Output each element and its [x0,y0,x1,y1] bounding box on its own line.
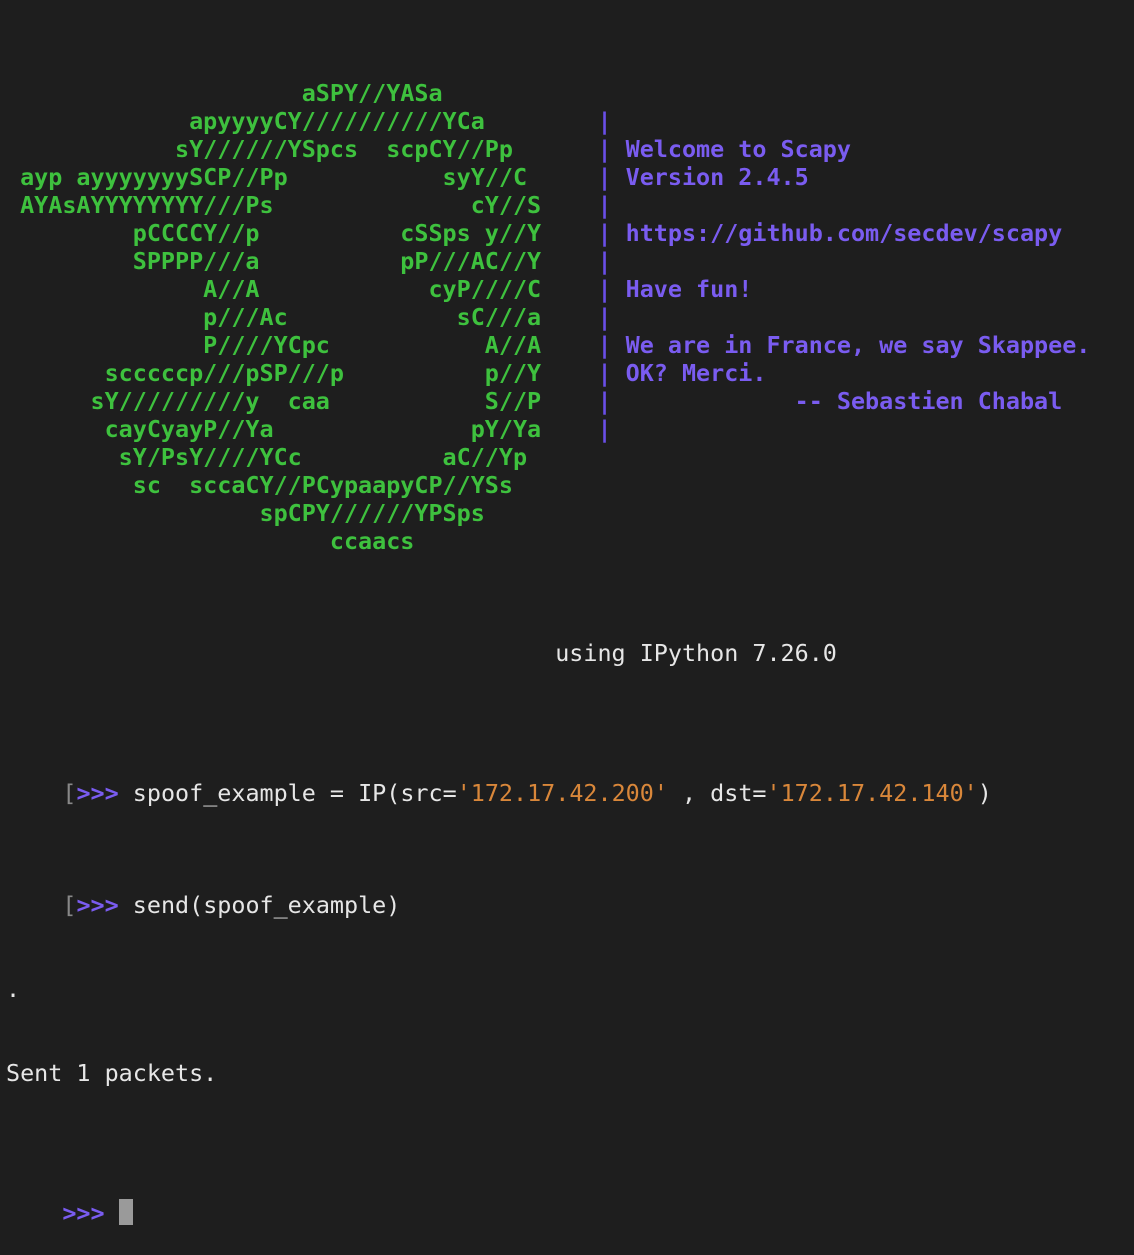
output-sent: Sent 1 packets. [6,1059,218,1087]
banner-separator: | [597,387,612,415]
src-ip-string: '172.17.42.200' [456,779,668,807]
ascii-art-text: scccccp///pSP///p p//Y [6,359,598,387]
banner-row: spCPY//////YPSps [6,499,1126,527]
banner-separator: | [597,191,612,219]
scrollback-bracket: [ [62,891,77,919]
ascii-art-text: SPPPP///a pP///AC//Y [6,247,598,275]
scapy-banner: aSPY//YASa apyyyyCY//////////YCa | sY///… [6,79,1126,555]
banner-row: ccaacs [6,527,1126,555]
command-text: spoof_example = IP(src= [132,779,457,807]
terminal-output[interactable]: aSPY//YASa apyyyyCY//////////YCa | sY///… [6,23,1126,1227]
ascii-art-text: sY//////YSpcs scpCY//Pp [6,135,598,163]
prompt-symbol: >>> [76,891,133,919]
text-cursor[interactable] [118,1199,133,1225]
ascii-art-text: p///Ac sC///a [6,303,598,331]
banner-info-text: OK? Merci. [611,359,767,387]
banner-row: sc sccaCY//PCypaapyCP//YSs [6,471,1126,499]
command-text: ) [977,779,992,807]
banner-separator: | [597,275,612,303]
ascii-art-text: pCCCCY//p cSSps y//Y [6,219,598,247]
dst-ip-string: '172.17.42.140' [766,779,978,807]
banner-separator: | [597,219,612,247]
command-text: send(spoof_example) [132,891,401,919]
prompt-symbol: >>> [62,1199,119,1227]
banner-row: cayCyayP//Ya pY/Ya | [6,415,1126,443]
banner-separator: | [597,303,612,331]
ascii-art-text: spCPY//////YPSps [6,499,598,527]
ascii-art-text: sc sccaCY//PCypaapyCP//YSs [6,471,598,499]
banner-row: sY/PsY////YCc aC//Yp [6,443,1126,471]
banner-row: sY/////////y caa S//P | -- Sebastien Cha… [6,387,1126,415]
ascii-art-text: apyyyyCY//////////YCa [6,107,598,135]
banner-row: pCCCCY//p cSSps y//Y | https://github.co… [6,219,1126,247]
command-line-2: [>>> send(spoof_example) [6,863,1126,919]
ascii-art-text: AYAsAYYYYYYYY///Ps cY//S [6,191,598,219]
command-line-1: [>>> spoof_example = IP(src='172.17.42.2… [6,751,1126,807]
banner-row: ayp ayyyyyyySCP//Pp syY//C | Version 2.4… [6,163,1126,191]
command-text: , dst= [667,779,767,807]
output-dot: . [6,975,21,1003]
ascii-art-text: P////YCpc A//A [6,331,598,359]
banner-info-text: Welcome to Scapy [611,135,851,163]
ascii-art-text: ayp ayyyyyyySCP//Pp syY//C [6,163,598,191]
banner-row: p///Ac sC///a | [6,303,1126,331]
ascii-art-text: ccaacs [6,527,598,555]
banner-separator: | [597,331,612,359]
scrollback-bracket: [ [62,779,77,807]
ascii-art-text: sY/////////y caa S//P [6,387,598,415]
banner-separator: | [597,359,612,387]
banner-row: apyyyyCY//////////YCa | [6,107,1126,135]
banner-info-text: -- Sebastien Chabal [611,387,1063,415]
ascii-art-text: aSPY//YASa [6,79,626,107]
active-prompt-line[interactable]: >>> [6,1171,1126,1227]
banner-row: aSPY//YASa [6,79,1126,107]
banner-separator: | [597,415,612,443]
banner-row: AYAsAYYYYYYYY///Ps cY//S | [6,191,1126,219]
banner-info-text: Version 2.4.5 [611,163,809,191]
ascii-art-text: cayCyayP//Ya pY/Ya [6,415,598,443]
ascii-art-text: A//A cyP////C [6,275,598,303]
banner-row: scccccp///pSP///p p//Y | OK? Merci. [6,359,1126,387]
banner-separator: | [597,247,612,275]
banner-info-text: We are in France, we say Skappee. [611,331,1091,359]
banner-row: SPPPP///a pP///AC//Y | [6,247,1126,275]
banner-row: sY//////YSpcs scpCY//Pp | Welcome to Sca… [6,135,1126,163]
banner-separator: | [597,135,612,163]
banner-separator: | [597,163,612,191]
ipython-version-line: using IPython 7.26.0 [6,639,837,667]
banner-info-text: https://github.com/secdev/scapy [611,219,1063,247]
banner-separator: | [597,107,612,135]
banner-row: A//A cyP////C | Have fun! [6,275,1126,303]
banner-row: P////YCpc A//A | We are in France, we sa… [6,331,1126,359]
prompt-symbol: >>> [76,779,133,807]
banner-info-text: Have fun! [611,275,753,303]
ascii-art-text: sY/PsY////YCc aC//Yp [6,443,598,471]
